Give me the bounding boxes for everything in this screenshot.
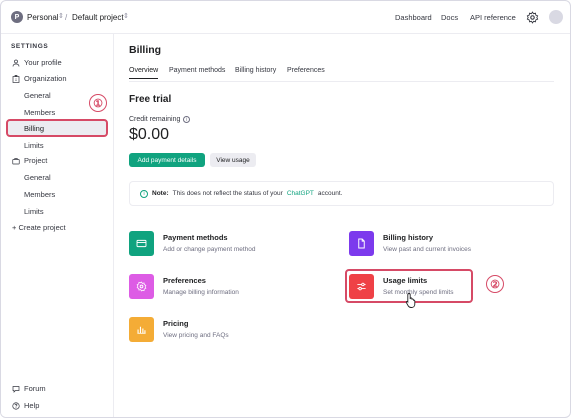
sidebar-item-project-limits[interactable]: Limits xyxy=(24,207,44,216)
note-text-before: This does not reflect the status of your xyxy=(172,190,283,197)
card-description: Add or change payment method xyxy=(163,246,256,253)
create-project-label: + Create project xyxy=(12,223,66,232)
sidebar: SETTINGS Your profile Organization Gener… xyxy=(1,34,114,417)
chatgpt-note-banner: i Note: This does not reflect the status… xyxy=(129,181,554,206)
sidebar-item-forum[interactable]: Forum xyxy=(12,384,46,393)
sidebar-heading: SETTINGS xyxy=(11,43,49,50)
org-switcher[interactable]: Personal xyxy=(27,13,59,22)
building-icon xyxy=(12,74,20,83)
tab-preferences[interactable]: Preferences xyxy=(287,67,325,74)
card-preferences[interactable]: Preferences Manage billing information xyxy=(129,274,239,299)
sidebar-item-org-limits[interactable]: Limits xyxy=(24,141,44,150)
info-icon[interactable]: i xyxy=(183,116,191,123)
add-payment-details-button[interactable]: Add payment details xyxy=(129,153,205,167)
nav-api-reference[interactable]: API reference xyxy=(470,13,516,22)
card-title: Billing history xyxy=(383,233,434,242)
card-title: Pricing xyxy=(163,319,189,328)
sidebar-item-org-members[interactable]: Members xyxy=(24,108,55,117)
sidebar-item-label: Organization xyxy=(24,74,67,83)
card-description: View past and current invoices xyxy=(383,246,472,253)
settings-gear-icon[interactable] xyxy=(526,11,539,24)
sidebar-item-label: Members xyxy=(24,108,56,117)
nav-docs[interactable]: Docs xyxy=(441,13,458,22)
card-description: View pricing and FAQs xyxy=(163,332,229,339)
sidebar-item-label: Limits xyxy=(24,141,44,150)
sidebar-item-label: Forum xyxy=(24,384,46,393)
create-project-link[interactable]: + Create project xyxy=(12,223,66,232)
sidebar-item-project[interactable]: Project xyxy=(12,156,47,165)
sidebar-item-help[interactable]: Help xyxy=(12,401,39,410)
briefcase-icon xyxy=(12,157,20,164)
sidebar-item-label: General xyxy=(24,91,51,100)
sidebar-item-your-profile[interactable]: Your profile xyxy=(12,58,62,67)
sidebar-item-label: Your profile xyxy=(24,58,62,67)
tab-billing-history[interactable]: Billing history xyxy=(235,67,276,74)
note-text-after: account. xyxy=(317,190,343,197)
project-switcher-caret-icon[interactable]: ⇕ xyxy=(123,12,129,20)
app-window: P Personal ⇕ / Default project ⇕ Dashboa… xyxy=(0,0,571,418)
card-payment-methods[interactable]: Payment methods Add or change payment me… xyxy=(129,231,256,256)
credit-card-icon xyxy=(129,231,154,256)
chart-icon xyxy=(129,317,154,342)
chat-bubble-icon xyxy=(12,385,20,393)
sidebar-item-project-members[interactable]: Members xyxy=(24,190,55,199)
gear-icon xyxy=(129,274,154,299)
card-title: Preferences xyxy=(163,276,206,285)
nav-dashboard[interactable]: Dashboard xyxy=(395,13,432,22)
credit-remaining-label: Credit remaining i xyxy=(129,116,191,123)
note-bold-label: Note: xyxy=(152,190,169,197)
credit-amount: $0.00 xyxy=(129,126,170,143)
card-pricing[interactable]: Pricing View pricing and FAQs xyxy=(129,317,229,342)
sidebar-item-project-general[interactable]: General xyxy=(24,173,51,182)
org-switcher-caret-icon[interactable]: ⇕ xyxy=(58,12,64,20)
breadcrumb-separator: / xyxy=(65,13,68,22)
sidebar-item-label: General xyxy=(24,173,51,182)
help-circle-icon xyxy=(12,401,20,410)
sidebar-item-label: Help xyxy=(24,401,40,410)
document-icon xyxy=(349,231,374,256)
card-description: Manage billing information xyxy=(163,289,239,296)
sidebar-item-billing[interactable]: Billing xyxy=(6,119,108,137)
user-avatar[interactable] xyxy=(549,10,563,24)
credit-remaining-text: Credit remaining xyxy=(129,116,181,123)
plan-heading: Free trial xyxy=(129,94,172,105)
org-avatar[interactable]: P xyxy=(11,11,23,23)
callout-step-2: ② xyxy=(486,275,504,293)
chatgpt-link[interactable]: ChatGPT xyxy=(287,190,314,197)
hand-cursor-icon xyxy=(405,293,416,308)
billing-tabs: Overview Payment methods Billing history… xyxy=(129,66,554,82)
sidebar-item-label: Project xyxy=(24,156,48,165)
project-switcher[interactable]: Default project xyxy=(72,13,124,22)
card-title: Payment methods xyxy=(163,233,228,242)
main-content: Billing Overview Payment methods Billing… xyxy=(114,34,570,417)
sidebar-item-org-general[interactable]: General xyxy=(24,91,51,100)
tab-overview[interactable]: Overview xyxy=(129,67,159,79)
info-circle-icon: i xyxy=(140,189,148,198)
sidebar-item-label: Limits xyxy=(24,207,44,216)
page-title: Billing xyxy=(129,44,162,56)
card-billing-history[interactable]: Billing history View past and current in… xyxy=(349,231,471,256)
sidebar-item-organization[interactable]: Organization xyxy=(12,74,67,83)
person-icon xyxy=(12,59,20,67)
top-bar: P Personal ⇕ / Default project ⇕ Dashboa… xyxy=(1,1,570,34)
callout-step-1: ① xyxy=(89,94,107,112)
sidebar-item-label: Billing xyxy=(24,124,45,133)
sidebar-item-label: Members xyxy=(24,190,56,199)
view-usage-button[interactable]: View usage xyxy=(210,153,256,167)
tab-payment-methods[interactable]: Payment methods xyxy=(169,67,225,74)
